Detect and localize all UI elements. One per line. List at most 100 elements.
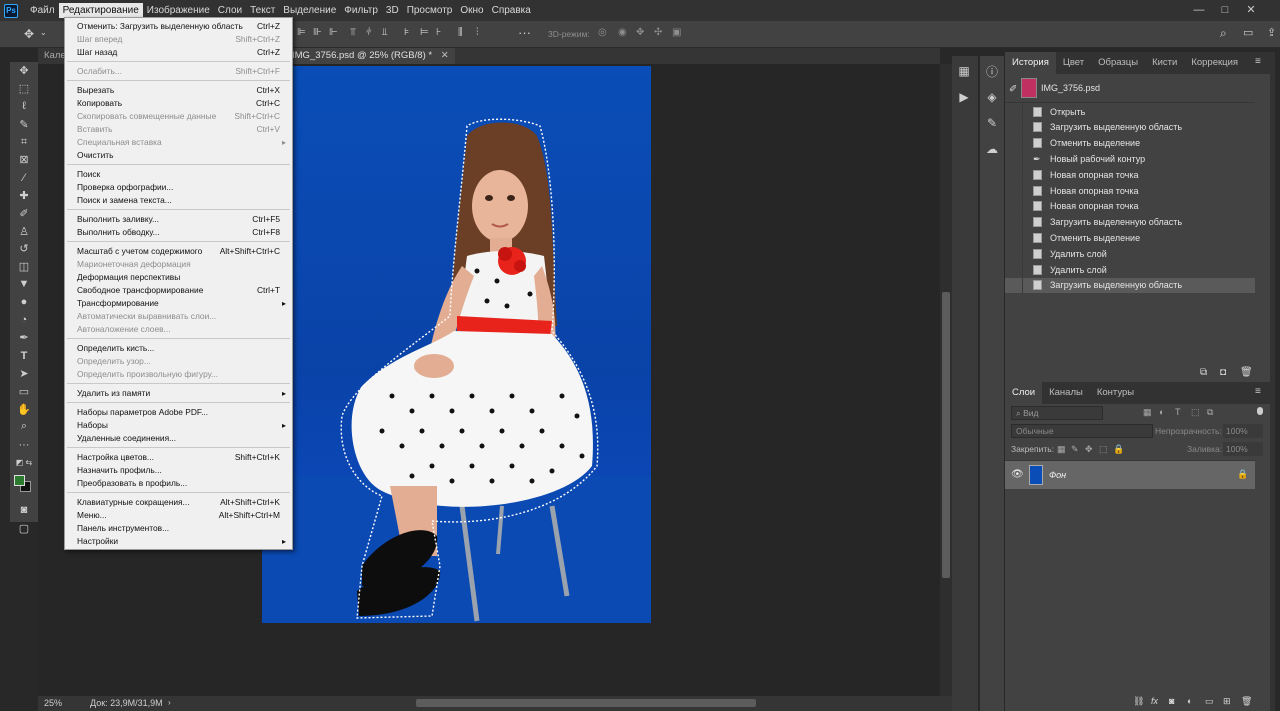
blend-mode-select[interactable]: Обычные xyxy=(1011,424,1153,438)
artboards-icon[interactable]: ▦ xyxy=(952,58,976,84)
tab-paths[interactable]: Контуры xyxy=(1090,382,1141,404)
snapshot-name[interactable]: IMG_3756.psd xyxy=(1041,83,1100,93)
edit-menu-item[interactable]: Меню... Alt+Shift+Ctrl+M xyxy=(65,509,292,522)
edit-menu-item[interactable]: Трансформирование ▸ xyxy=(65,297,292,310)
menu-select[interactable]: Выделение xyxy=(279,3,340,18)
new-group-icon[interactable]: ▭ xyxy=(1205,696,1214,707)
edit-menu-item[interactable]: Клавиатурные сокращения... Alt+Shift+Ctrl… xyxy=(65,496,292,509)
tab-color[interactable]: Цвет xyxy=(1056,52,1091,74)
history-step-selected[interactable]: Загрузить выделенную область xyxy=(1005,277,1255,294)
eraser-tool-icon[interactable]: ◫ xyxy=(10,258,38,276)
align-center-icon[interactable]: ⊪ xyxy=(313,27,322,38)
marquee-tool-icon[interactable]: ⬚ xyxy=(10,80,38,98)
distribute-middle-icon[interactable]: ⫩ xyxy=(366,27,372,38)
distribute-left-icon[interactable]: ⊧ xyxy=(404,27,409,38)
edit-menu-item[interactable]: Очистить xyxy=(65,149,292,162)
distribute-bottom-icon[interactable]: ⫫ xyxy=(382,27,388,38)
edit-menu-item[interactable]: Настройки ▸ xyxy=(65,535,292,548)
lock-pixels-icon[interactable]: ✎ xyxy=(1071,444,1079,455)
share-icon[interactable]: ⇪ xyxy=(1267,26,1276,39)
stamp-tool-icon[interactable]: ♙ xyxy=(10,222,38,240)
menu-3d[interactable]: 3D xyxy=(382,3,403,18)
tab-brushes[interactable]: Кисти xyxy=(1145,52,1184,74)
edit-menu-item[interactable]: Вырезать Ctrl+X xyxy=(65,84,292,97)
filter-type-icon[interactable]: T xyxy=(1175,407,1181,417)
menu-text[interactable]: Текст xyxy=(246,3,279,18)
brush-settings-icon[interactable]: ✎ xyxy=(980,110,1004,136)
edit-menu-item[interactable]: Удалить из памяти ▸ xyxy=(65,387,292,400)
crop-tool-icon[interactable]: ⌗ xyxy=(10,133,38,151)
libraries-icon[interactable]: ☁ xyxy=(980,136,1004,162)
tab-swatches[interactable]: Образцы xyxy=(1091,52,1145,74)
tab-active-document[interactable]: IMG_3756.psd @ 25% (RGB/8) * ✕ xyxy=(286,48,455,64)
3d-orbit-icon[interactable]: ◎ xyxy=(598,27,607,38)
new-document-from-state-icon[interactable]: ⧉ xyxy=(1200,367,1207,378)
menu-view[interactable]: Просмотр xyxy=(403,3,457,18)
color-swatches[interactable] xyxy=(10,471,38,501)
edit-menu-item[interactable]: Отменить: Загрузить выделенную область Ct… xyxy=(65,20,292,33)
edit-menu-item[interactable]: Свободное трансформирование Ctrl+T xyxy=(65,284,292,297)
default-colors-icon[interactable]: ◩ ⇆ xyxy=(10,454,38,472)
foreground-color-swatch[interactable] xyxy=(14,475,25,487)
edit-menu-item[interactable]: Удаленные соединения... xyxy=(65,432,292,445)
maximize-icon[interactable]: □ xyxy=(1218,3,1232,17)
3d-scale-icon[interactable]: ▣ xyxy=(672,27,681,38)
adjustment-layer-icon[interactable]: ◐ xyxy=(1187,696,1192,706)
chevron-down-icon[interactable]: ⌄ xyxy=(40,28,47,37)
edit-menu-item[interactable]: Наборы ▸ xyxy=(65,419,292,432)
pen-tool-icon[interactable]: ✒ xyxy=(10,329,38,347)
edit-menu-item[interactable]: Деформация перспективы xyxy=(65,271,292,284)
edit-menu-item[interactable]: Проверка орфографии... xyxy=(65,181,292,194)
layers-panel-menu-icon[interactable]: ≡ xyxy=(1255,386,1261,397)
status-chevron-icon[interactable]: › xyxy=(168,698,171,707)
menu-image[interactable]: Изображение xyxy=(143,3,214,18)
lock-all-icon[interactable]: 🔒 xyxy=(1113,444,1124,455)
distribute-hcenter-icon[interactable]: ⊨ xyxy=(420,27,429,38)
add-mask-icon[interactable]: ◙ xyxy=(1169,696,1174,706)
layer-row-background[interactable]: 👁 Фон 🔒 xyxy=(1005,461,1255,489)
brush-tool-icon[interactable]: ✐ xyxy=(10,204,38,222)
layer-filter-select[interactable]: ⌕ Вид xyxy=(1011,406,1103,420)
document-canvas[interactable] xyxy=(262,66,651,623)
screen-mode-icon[interactable]: ▢ xyxy=(10,519,38,537)
history-step[interactable]: ✒ Новый рабочий контур xyxy=(1005,151,1255,167)
filter-adjustment-icon[interactable]: ◐ xyxy=(1159,407,1164,417)
layer-style-icon[interactable]: fx xyxy=(1151,696,1158,706)
eyedropper-tool-icon[interactable]: ⁄ xyxy=(10,169,38,187)
3d-roll-icon[interactable]: ◉ xyxy=(618,27,627,38)
filter-shape-icon[interactable]: ⬚ xyxy=(1191,407,1200,418)
history-step[interactable]: Новая опорная точка xyxy=(1005,183,1255,199)
new-layer-icon[interactable]: ⊞ xyxy=(1223,696,1231,707)
link-layers-icon[interactable]: ⛓ xyxy=(1133,696,1144,707)
distribute-vspacing-icon[interactable]: ⫶ xyxy=(476,27,479,38)
blur-tool-icon[interactable]: ● xyxy=(10,293,38,311)
quick-select-tool-icon[interactable]: ✎ xyxy=(10,115,38,133)
search-icon[interactable]: ⌕ xyxy=(1220,26,1227,41)
actions-play-icon[interactable]: ▶ xyxy=(952,84,976,110)
history-step[interactable]: Загрузить выделенную область xyxy=(1005,119,1255,136)
paint-bucket-icon[interactable]: ▼ xyxy=(10,276,38,294)
edit-menu-item[interactable]: Поиск и замена текста... xyxy=(65,194,292,207)
history-step[interactable]: Отменить выделение xyxy=(1005,135,1255,151)
lock-position-icon[interactable]: ✥ xyxy=(1085,444,1093,455)
3d-pan-icon[interactable]: ✥ xyxy=(636,27,644,38)
panel-menu-icon[interactable]: ≡ xyxy=(1255,56,1261,67)
close-icon[interactable]: ✕ xyxy=(1244,3,1258,17)
eye-icon[interactable]: 👁 xyxy=(1011,469,1024,480)
workspace-icon[interactable]: ▭ xyxy=(1243,26,1253,39)
fill-input[interactable]: 100% xyxy=(1223,442,1263,456)
history-step[interactable]: Новая опорная точка xyxy=(1005,198,1255,215)
edit-menu-item[interactable]: Выполнить обводку... Ctrl+F8 xyxy=(65,226,292,239)
healing-brush-icon[interactable]: ✚ xyxy=(10,187,38,205)
edit-menu-item[interactable]: Настройка цветов... Shift+Ctrl+K xyxy=(65,451,292,464)
menu-window[interactable]: Окно xyxy=(456,3,487,18)
menu-file[interactable]: Файл xyxy=(26,3,59,18)
menu-layers[interactable]: Слои xyxy=(214,3,246,18)
history-step[interactable]: Новая опорная точка xyxy=(1005,167,1255,183)
zoom-tool-icon[interactable]: ⌕ xyxy=(10,418,38,436)
shape-tool-icon[interactable]: ▭ xyxy=(10,382,38,400)
dodge-tool-icon[interactable]: ◔ xyxy=(10,311,38,329)
edit-menu-item[interactable]: Определить кисть... xyxy=(65,342,292,355)
edit-menu-item[interactable]: Наборы параметров Adobe PDF... xyxy=(65,406,292,419)
more-options-icon[interactable]: ··· xyxy=(518,25,531,40)
